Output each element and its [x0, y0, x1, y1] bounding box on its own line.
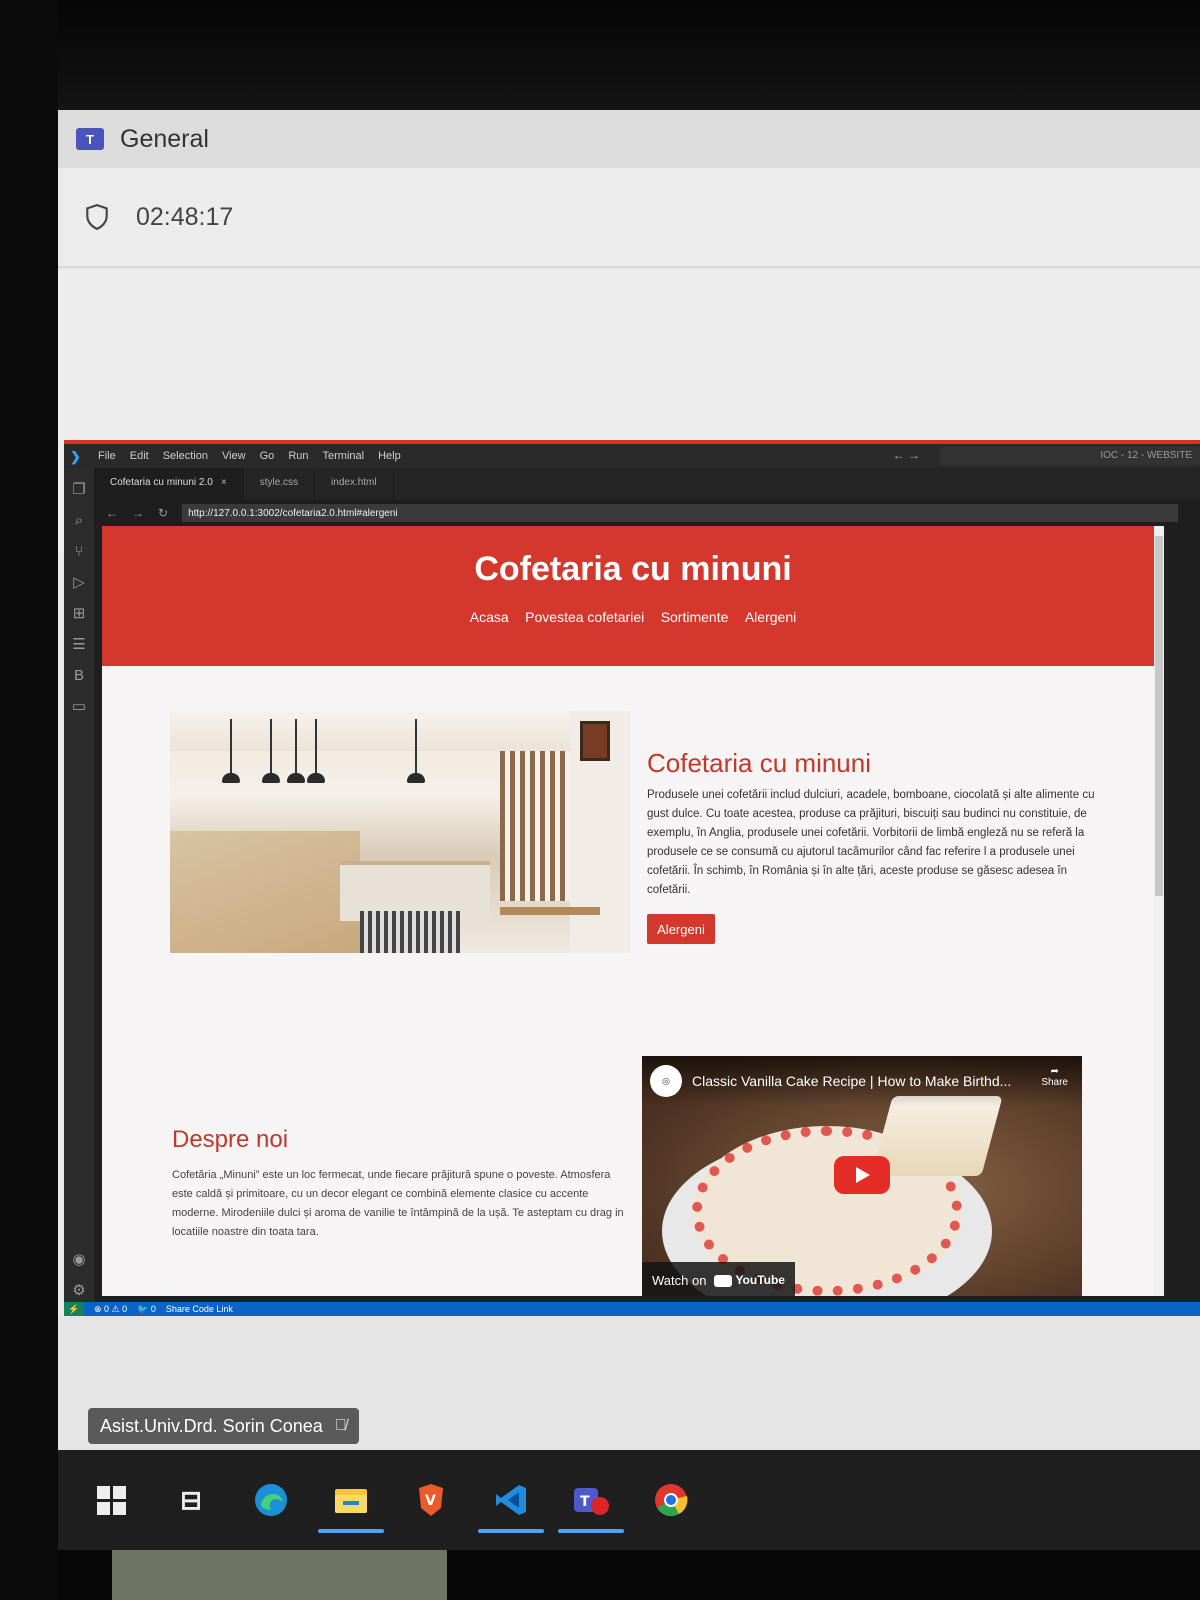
problems-status[interactable]: ⊗ 0 ⚠ 0 — [94, 1304, 127, 1315]
command-search[interactable]: IOC - 12 - WEBSITE — [940, 447, 1200, 465]
nav-link-alergeni[interactable]: Alergeni — [745, 609, 796, 625]
video-title[interactable]: Classic Vanilla Cake Recipe | How to Mak… — [692, 1073, 1022, 1089]
site-header: Cofetaria cu minuni Acasa Povestea cofet… — [102, 526, 1164, 666]
menu-go[interactable]: Go — [260, 450, 275, 462]
nav-arrows-icon[interactable]: ← → — [893, 448, 920, 462]
intro-heading: Cofetaria cu minuni — [647, 748, 871, 778]
editor-tabs: Cofetaria cu minuni 2.0 × style.css index… — [94, 468, 1200, 500]
teams-taskbar-icon[interactable]: T — [558, 1481, 624, 1533]
notes-icon[interactable]: ☰ — [70, 636, 88, 654]
play-icon[interactable] — [834, 1156, 890, 1194]
vscode-logo-icon: ❯ — [70, 449, 81, 464]
nav-link-acasa[interactable]: Acasa — [470, 609, 509, 625]
intro-paragraph: Produsele unei cofetării includ dulciuri… — [647, 789, 1095, 896]
watch-on-youtube-button[interactable]: Watch on YouTube — [642, 1262, 795, 1296]
svg-text:V: V — [425, 1493, 436, 1509]
extensions-icon[interactable]: ⊞ — [70, 605, 88, 623]
website-preview: Cofetaria cu minuni Acasa Povestea cofet… — [102, 526, 1164, 1296]
tab-index-label: index.html — [331, 477, 377, 488]
participant-name-tag: Asist.Univ.Drd. Sorin Conea 🎙̸ — [88, 1408, 359, 1444]
reload-icon[interactable]: ↻ — [158, 506, 168, 520]
close-icon[interactable]: × — [221, 477, 227, 488]
monitor-bezel-left — [0, 0, 58, 1600]
youtube-logo-icon: YouTube — [714, 1273, 785, 1287]
preview-scrollbar[interactable] — [1154, 526, 1164, 1296]
channel-title: General — [120, 124, 209, 153]
channel-avatar[interactable]: ◎ — [650, 1065, 682, 1097]
windows-logo-icon — [96, 1485, 126, 1515]
mic-muted-icon: 🎙̸ — [334, 1417, 347, 1434]
bakery-interior-image — [170, 711, 630, 953]
menu-view[interactable]: View — [222, 450, 246, 462]
site-nav: Acasa Povestea cofetariei Sortimente Ale… — [102, 609, 1164, 627]
url-input[interactable] — [182, 504, 1178, 522]
tab-preview-label: Cofetaria cu minuni 2.0 — [110, 477, 213, 488]
menu-bar: ❯ File Edit Selection View Go Run Termin… — [64, 444, 1200, 468]
settings-gear-icon[interactable]: ⚙ — [70, 1282, 88, 1300]
share-label: Share — [1041, 1077, 1068, 1088]
meeting-info: 02:48:17 — [58, 168, 1200, 268]
task-view-icon[interactable]: ⊟ — [172, 1481, 210, 1519]
tab-style-css[interactable]: style.css — [244, 468, 316, 500]
nav-link-sortimente[interactable]: Sortimente — [661, 609, 729, 625]
share-icon: ➦ — [1050, 1066, 1059, 1077]
youtube-label: YouTube — [735, 1273, 785, 1287]
brave-browser-icon[interactable]: V — [412, 1481, 450, 1519]
start-button[interactable] — [92, 1481, 130, 1519]
bootstrap-icon[interactable]: B — [70, 667, 88, 685]
desk-object — [112, 1550, 447, 1600]
remote-explorer-icon[interactable]: ▭ — [70, 698, 88, 716]
vscode-taskbar-icon[interactable] — [478, 1481, 544, 1533]
monitor-bezel-top — [0, 0, 1200, 110]
file-explorer-icon[interactable] — [318, 1481, 384, 1533]
menu-run[interactable]: Run — [288, 450, 308, 462]
site-title: Cofetaria cu minuni — [474, 550, 792, 588]
remote-icon[interactable]: ⚡ — [64, 1302, 84, 1316]
account-icon[interactable]: ◉ — [70, 1251, 88, 1269]
ports-status[interactable]: 🐦 0 — [137, 1304, 156, 1315]
share-code-link[interactable]: Share Code Link — [166, 1304, 233, 1314]
shield-icon — [86, 204, 108, 231]
chrome-icon[interactable] — [652, 1481, 690, 1519]
about-paragraph: Cofetăria „Minuni” este un loc fermecat,… — [172, 1169, 624, 1238]
preview-address-bar: ← → ↻ — [94, 500, 1200, 526]
menu-edit[interactable]: Edit — [130, 450, 149, 462]
activity-bar: ❐ ⌕ ⑂ ▷ ⊞ ☰ B ▭ ◉ ⚙ — [64, 468, 94, 1310]
svg-text:T: T — [580, 1494, 590, 1510]
participant-name: Asist.Univ.Drd. Sorin Conea — [100, 1415, 323, 1436]
explorer-icon[interactable]: ❐ — [70, 481, 88, 499]
teams-logo-icon: T — [76, 128, 104, 150]
search-icon[interactable]: ⌕ — [70, 512, 88, 530]
watch-on-label: Watch on — [652, 1272, 707, 1288]
back-arrow-icon[interactable]: ← — [106, 506, 118, 520]
status-bar: ⚡ ⊗ 0 ⚠ 0 🐦 0 Share Code Link — [64, 1302, 1200, 1316]
allergens-button[interactable]: Alergeni — [647, 914, 715, 944]
run-debug-icon[interactable]: ▷ — [70, 574, 88, 592]
menu-file[interactable]: File — [98, 450, 116, 462]
tab-preview[interactable]: Cofetaria cu minuni 2.0 × — [94, 468, 244, 500]
tab-index-html[interactable]: index.html — [315, 468, 394, 500]
youtube-embed[interactable]: ◎ Classic Vanilla Cake Recipe | How to M… — [642, 1056, 1082, 1296]
tab-style-label: style.css — [259, 477, 299, 488]
source-control-icon[interactable]: ⑂ — [70, 543, 88, 561]
menu-terminal[interactable]: Terminal — [323, 450, 365, 462]
share-button[interactable]: ➦ Share — [1041, 1066, 1068, 1088]
forward-arrow-icon[interactable]: → — [132, 506, 144, 520]
nav-link-povestea[interactable]: Povestea cofetariei — [525, 609, 644, 625]
about-heading: Despre noi — [172, 1126, 289, 1153]
shared-vscode-window: ❯ File Edit Selection View Go Run Termin… — [64, 440, 1200, 1316]
meeting-timer: 02:48:17 — [136, 202, 234, 231]
menu-help[interactable]: Help — [378, 450, 401, 462]
teams-header: T General — [58, 110, 1200, 168]
video-title-bar: ◎ Classic Vanilla Cake Recipe | How to M… — [642, 1056, 1082, 1106]
screen: T General 02:48:17 ❯ File Edit Selection… — [58, 110, 1200, 1550]
edge-icon[interactable] — [252, 1481, 290, 1519]
menu-selection[interactable]: Selection — [163, 450, 208, 462]
windows-taskbar: ⊟ V T — [58, 1450, 1200, 1550]
